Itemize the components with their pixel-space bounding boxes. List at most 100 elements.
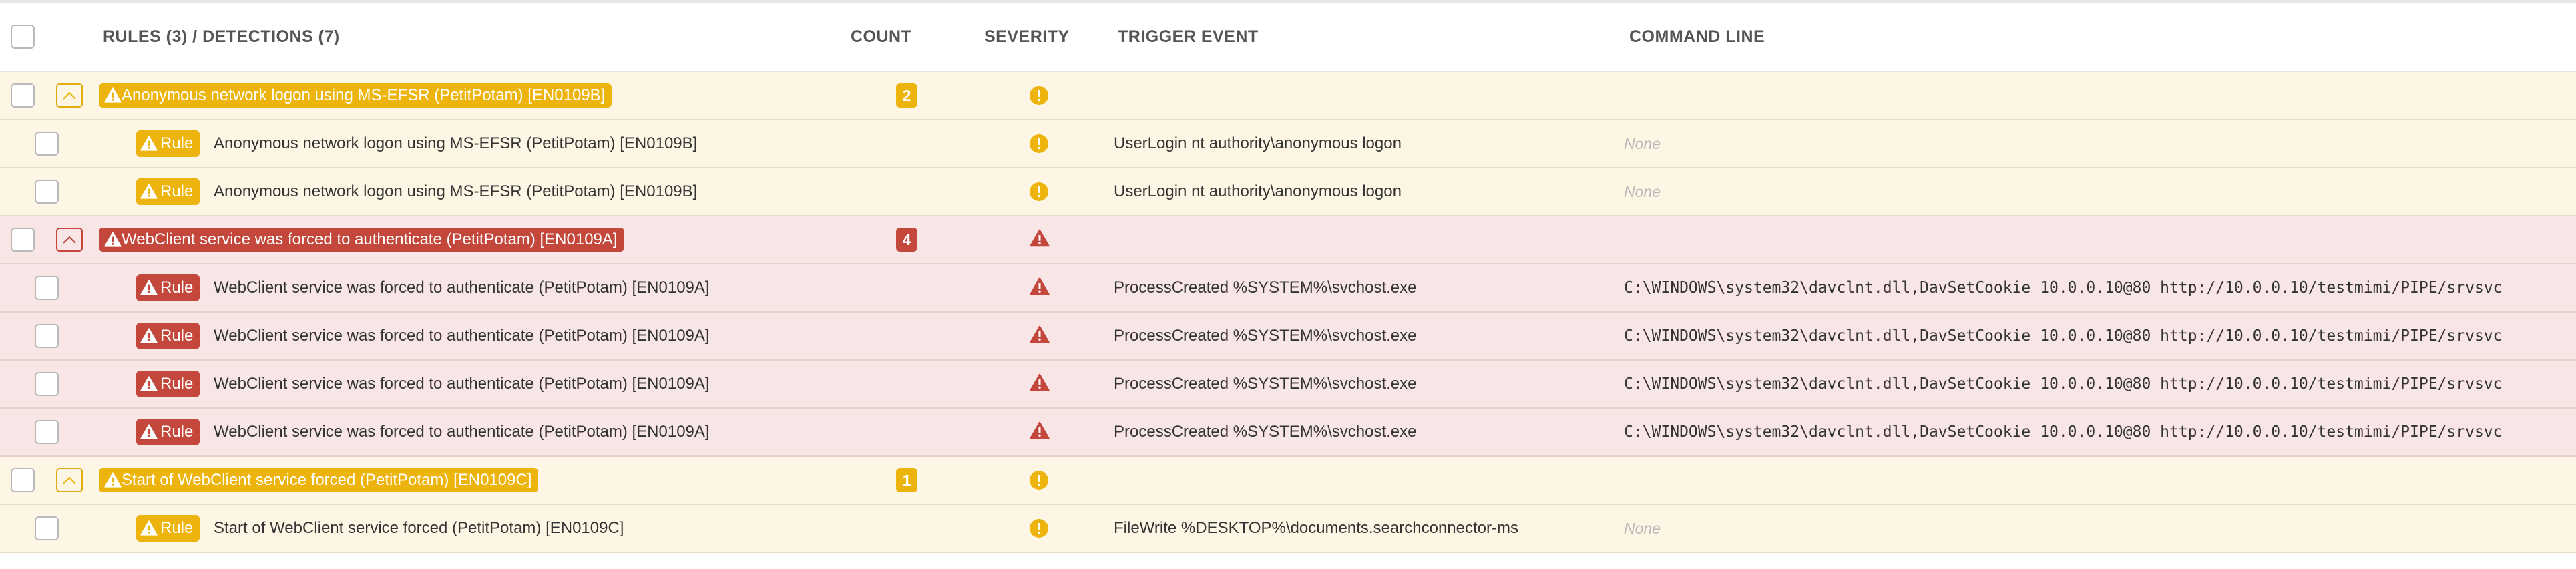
table-cell: Start of WebClient service forced (Petit… xyxy=(214,505,624,552)
table-cell xyxy=(35,168,59,215)
command-line-text: C:\WINDOWS\system32\davclnt.dll,DavSetCo… xyxy=(1624,423,2503,441)
count-badge: 1 xyxy=(896,468,917,492)
chevron-up-icon xyxy=(63,91,76,100)
severity-critical-icon xyxy=(1030,228,1050,252)
detection-checkbox[interactable] xyxy=(35,372,59,396)
detection-row[interactable]: Rule Anonymous network logon using MS-EFS… xyxy=(0,168,2576,216)
trigger-event-text: UserLogin nt authority\anonymous logon xyxy=(1114,182,1402,200)
table-cell xyxy=(1030,168,1048,215)
group-checkbox[interactable] xyxy=(11,228,35,252)
table-cell: Start of WebClient service forced (Petit… xyxy=(99,457,539,504)
table-cell: Anonymous network logon using MS-EFSR (P… xyxy=(99,72,612,119)
detection-rule-name: WebClient service was forced to authenti… xyxy=(214,327,710,345)
header-command-line[interactable]: COMMAND LINE xyxy=(1629,27,1765,47)
rule-tag-label: Rule xyxy=(160,327,194,345)
group-checkbox[interactable] xyxy=(11,468,35,492)
rule-tag-label: Rule xyxy=(160,519,194,537)
select-all-checkbox[interactable] xyxy=(11,25,35,49)
group-row[interactable]: Start of WebClient service forced (Petit… xyxy=(0,457,2576,505)
command-line-empty: None xyxy=(1624,519,1661,537)
detection-row[interactable]: Rule WebClient service was forced to auth… xyxy=(0,313,2576,361)
group-rule-label[interactable]: Anonymous network logon using MS-EFSR (P… xyxy=(99,83,612,108)
table-body: Anonymous network logon using MS-EFSR (P… xyxy=(0,72,2576,553)
trigger-event-text: ProcessCreated %SYSTEM%\svchost.exe xyxy=(1114,327,1417,345)
table-cell: WebClient service was forced to authenti… xyxy=(99,216,624,263)
group-row[interactable]: WebClient service was forced to authenti… xyxy=(0,216,2576,264)
table-cell: 1 xyxy=(896,457,917,504)
rule-tag-label: Rule xyxy=(160,278,194,297)
table-cell: ProcessCreated %SYSTEM%\svchost.exe xyxy=(1114,361,1417,407)
table-cell: Rule xyxy=(136,264,200,311)
table-cell xyxy=(1030,457,1048,504)
table-cell: Anonymous network logon using MS-EFSR (P… xyxy=(214,168,697,215)
table-cell xyxy=(1030,120,1048,167)
rule-tag-label: Rule xyxy=(160,423,194,441)
header-count[interactable]: COUNT xyxy=(851,27,911,47)
table-cell: None xyxy=(1624,168,1661,215)
detection-row[interactable]: Rule WebClient service was forced to auth… xyxy=(0,409,2576,457)
exclamation-icon xyxy=(1038,186,1040,198)
table-cell xyxy=(56,216,83,263)
table-cell: WebClient service was forced to authenti… xyxy=(214,313,710,359)
detection-checkbox[interactable] xyxy=(35,180,59,204)
count-badge: 4 xyxy=(896,228,917,252)
table-cell xyxy=(11,457,35,504)
table-cell xyxy=(1030,361,1050,407)
detection-row[interactable]: Rule WebClient service was forced to auth… xyxy=(0,264,2576,313)
trigger-event-text: ProcessCreated %SYSTEM%\svchost.exe xyxy=(1114,423,1417,441)
severity-warning-icon xyxy=(1030,182,1048,201)
table-cell: WebClient service was forced to authenti… xyxy=(214,409,710,455)
table-cell: WebClient service was forced to authenti… xyxy=(214,361,710,407)
warning-triangle-icon xyxy=(140,424,158,439)
warning-triangle-icon xyxy=(140,136,158,151)
detection-checkbox[interactable] xyxy=(35,420,59,444)
collapse-toggle-button[interactable] xyxy=(56,468,83,492)
header-severity[interactable]: SEVERITY xyxy=(984,27,1070,47)
exclamation-icon xyxy=(1038,90,1040,102)
table-cell: Rule xyxy=(136,361,200,407)
group-checkbox[interactable] xyxy=(11,83,35,108)
warning-triangle-icon xyxy=(1030,229,1050,246)
table-cell: FileWrite %DESKTOP%\documents.searchconn… xyxy=(1114,505,1518,552)
table-cell: UserLogin nt authority\anonymous logon xyxy=(1114,120,1402,167)
collapse-toggle-button[interactable] xyxy=(56,228,83,252)
rule-tag-label: Rule xyxy=(160,134,194,152)
warning-triangle-icon xyxy=(140,328,158,343)
detection-row[interactable]: Rule WebClient service was forced to auth… xyxy=(0,361,2576,409)
table-cell xyxy=(35,313,59,359)
warning-triangle-icon xyxy=(1030,373,1050,391)
header-rules-detections[interactable]: RULES (3) / DETECTIONS (7) xyxy=(103,27,340,47)
table-header: RULES (3) / DETECTIONS (7) COUNT SEVERIT… xyxy=(0,3,2576,72)
warning-triangle-icon xyxy=(140,280,158,295)
rule-tag-badge: Rule xyxy=(136,130,200,157)
rule-tag-badge: Rule xyxy=(136,371,200,397)
table-cell: None xyxy=(1624,120,1661,167)
detection-row[interactable]: Rule Anonymous network logon using MS-EFS… xyxy=(0,120,2576,168)
warning-triangle-icon xyxy=(1030,277,1050,295)
rule-tag-badge: Rule xyxy=(136,515,200,542)
detection-checkbox[interactable] xyxy=(35,516,59,540)
exclamation-icon xyxy=(1038,523,1040,534)
detection-checkbox[interactable] xyxy=(35,324,59,348)
trigger-event-text: UserLogin nt authority\anonymous logon xyxy=(1114,134,1402,152)
detection-row[interactable]: Rule Start of WebClient service forced (P… xyxy=(0,505,2576,553)
group-row[interactable]: Anonymous network logon using MS-EFSR (P… xyxy=(0,72,2576,120)
table-cell: C:\WINDOWS\system32\davclnt.dll,DavSetCo… xyxy=(1624,313,2502,359)
detection-rule-name: Anonymous network logon using MS-EFSR (P… xyxy=(214,182,698,200)
severity-warning-icon xyxy=(1030,134,1048,153)
table-cell xyxy=(35,120,59,167)
collapse-toggle-button[interactable] xyxy=(56,83,83,108)
table-cell xyxy=(1030,505,1048,552)
detection-checkbox[interactable] xyxy=(35,276,59,300)
severity-critical-icon xyxy=(1030,276,1050,300)
detection-rule-name: WebClient service was forced to authenti… xyxy=(214,423,710,441)
detection-checkbox[interactable] xyxy=(35,132,59,156)
table-cell xyxy=(1030,264,1050,311)
header-trigger-event[interactable]: TRIGGER EVENT xyxy=(1118,27,1259,47)
group-rule-label[interactable]: Start of WebClient service forced (Petit… xyxy=(99,468,539,492)
table-cell xyxy=(35,409,59,455)
group-rule-label[interactable]: WebClient service was forced to authenti… xyxy=(99,228,624,252)
table-cell: Rule xyxy=(136,313,200,359)
table-cell: C:\WINDOWS\system32\davclnt.dll,DavSetCo… xyxy=(1624,264,2502,311)
severity-critical-icon xyxy=(1030,421,1050,444)
